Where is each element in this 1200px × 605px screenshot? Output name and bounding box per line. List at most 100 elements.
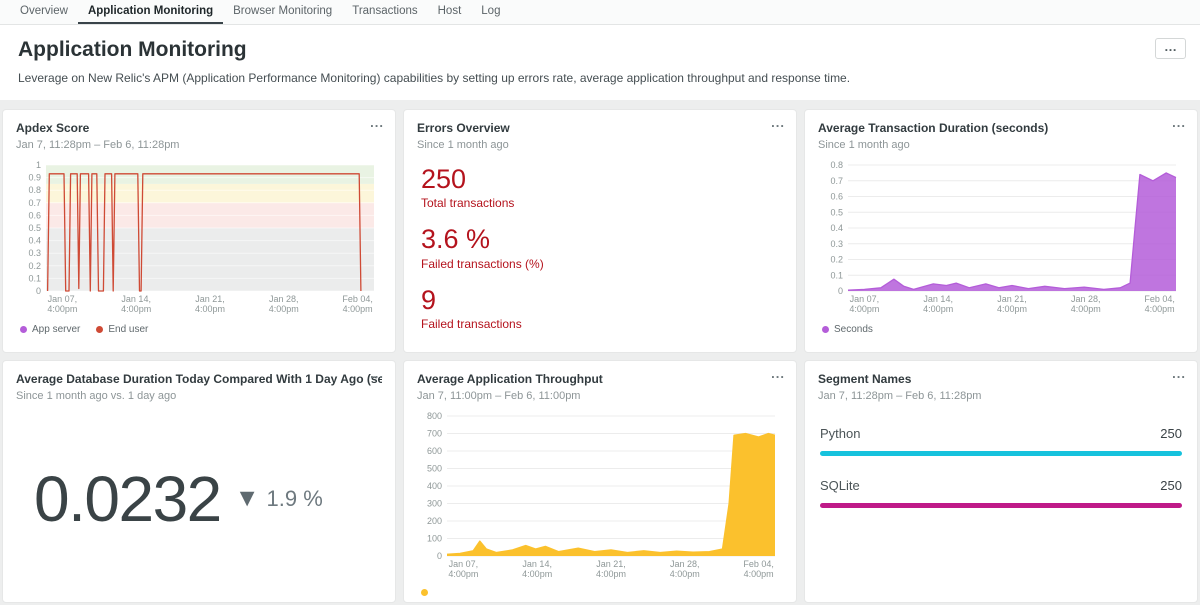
metric-failed-transactions: 9 Failed transactions: [421, 286, 783, 331]
svg-text:4:00pm: 4:00pm: [596, 569, 626, 579]
legend-dot-icon: [822, 326, 829, 333]
apdex-chart: 00.10.20.30.40.50.60.70.80.91Jan 07,4:00…: [16, 159, 382, 322]
svg-text:0.4: 0.4: [830, 223, 843, 233]
card-menu-icon[interactable]: ...: [1172, 115, 1186, 130]
metric-value: 9: [421, 286, 783, 314]
card-menu-icon[interactable]: ...: [370, 366, 384, 381]
card-subtitle: Since 1 month ago: [818, 139, 1184, 151]
svg-text:4:00pm: 4:00pm: [522, 569, 552, 579]
card-title: Segment Names: [818, 372, 1184, 386]
svg-text:Feb 04,: Feb 04,: [743, 559, 774, 569]
svg-text:400: 400: [427, 481, 442, 491]
svg-text:0.6: 0.6: [830, 192, 843, 202]
card-apdex-score: Apdex Score Jan 7, 11:28pm – Feb 6, 11:2…: [2, 109, 396, 353]
svg-text:200: 200: [427, 516, 442, 526]
card-menu-icon[interactable]: ...: [1172, 366, 1186, 381]
metric-label: Failed transactions (%): [421, 257, 783, 271]
legend-item[interactable]: [421, 589, 428, 596]
svg-text:Jan 28,: Jan 28,: [269, 294, 299, 304]
svg-text:0.2: 0.2: [830, 255, 843, 265]
card-subtitle: Since 1 month ago vs. 1 day ago: [16, 390, 382, 402]
svg-text:Jan 28,: Jan 28,: [670, 559, 700, 569]
svg-text:4:00pm: 4:00pm: [923, 304, 953, 314]
duration-legend: Seconds: [818, 324, 1184, 335]
legend-label: App server: [32, 324, 80, 335]
card-avg-application-throughput: Average Application Throughput Jan 7, 11…: [403, 360, 797, 604]
card-subtitle: Jan 7, 11:00pm – Feb 6, 11:00pm: [417, 390, 783, 402]
svg-text:4:00pm: 4:00pm: [744, 569, 774, 579]
segment-bar: [820, 503, 1182, 508]
card-subtitle: Since 1 month ago: [417, 139, 783, 151]
segment-label: Python: [820, 426, 860, 441]
svg-text:800: 800: [427, 411, 442, 421]
card-segment-names: Segment Names Jan 7, 11:28pm – Feb 6, 11…: [804, 360, 1198, 604]
tab-overview[interactable]: Overview: [10, 0, 78, 24]
svg-text:4:00pm: 4:00pm: [448, 569, 478, 579]
svg-text:0.4: 0.4: [28, 236, 41, 246]
card-subtitle: Jan 7, 11:28pm – Feb 6, 11:28pm: [818, 390, 1184, 402]
metric-value: 250: [421, 165, 783, 193]
tab-browser-monitoring[interactable]: Browser Monitoring: [223, 0, 342, 24]
application-monitoring-page: { "colors": { "metric_red": "#b4131d", "…: [0, 0, 1200, 605]
database-duration-value-row: 0.0232 ▼ 1.9 %: [16, 462, 382, 536]
legend-dot-icon: [96, 326, 103, 333]
svg-text:4:00pm: 4:00pm: [670, 569, 700, 579]
svg-text:Feb 04,: Feb 04,: [1144, 294, 1175, 304]
card-title: Average Database Duration Today Compared…: [16, 372, 382, 386]
svg-text:600: 600: [427, 446, 442, 456]
svg-text:0: 0: [838, 286, 843, 296]
svg-text:4:00pm: 4:00pm: [1145, 304, 1175, 314]
card-title: Average Transaction Duration (seconds): [818, 121, 1184, 135]
card-menu-icon[interactable]: ...: [771, 366, 785, 381]
segment-value: 250: [1160, 426, 1182, 441]
svg-text:Jan 07,: Jan 07,: [449, 559, 479, 569]
svg-text:300: 300: [427, 498, 442, 508]
error-metrics: 250 Total transactions 3.6 % Failed tran…: [417, 165, 783, 331]
metric-label: Total transactions: [421, 196, 783, 210]
card-errors-overview: Errors Overview Since 1 month ago ... 25…: [403, 109, 797, 353]
svg-text:0: 0: [36, 286, 41, 296]
segment-row-python: Python 250: [820, 426, 1182, 456]
card-menu-icon[interactable]: ...: [771, 115, 785, 130]
svg-text:4:00pm: 4:00pm: [343, 304, 373, 314]
svg-text:0.5: 0.5: [28, 223, 41, 233]
legend-label: Seconds: [834, 324, 873, 335]
svg-text:0.9: 0.9: [28, 173, 41, 183]
svg-text:0.7: 0.7: [830, 176, 843, 186]
legend-item[interactable]: Seconds: [822, 324, 873, 335]
svg-text:4:00pm: 4:00pm: [269, 304, 299, 314]
segment-bar: [820, 451, 1182, 456]
transaction-duration-chart: 00.10.20.30.40.50.60.70.8Jan 07,4:00pmJa…: [818, 159, 1184, 322]
svg-text:4:00pm: 4:00pm: [121, 304, 151, 314]
segments-list: Python 250 SQLite 250: [818, 426, 1184, 508]
tab-transactions[interactable]: Transactions: [342, 0, 427, 24]
metric-total-transactions: 250 Total transactions: [421, 165, 783, 210]
legend-dot-icon: [20, 326, 27, 333]
svg-text:Jan 28,: Jan 28,: [1071, 294, 1101, 304]
tab-application-monitoring[interactable]: Application Monitoring: [78, 0, 223, 24]
svg-text:0.5: 0.5: [830, 207, 843, 217]
legend-item[interactable]: App server: [20, 324, 80, 335]
tab-log[interactable]: Log: [471, 0, 510, 24]
svg-text:0.6: 0.6: [28, 210, 41, 220]
dashboard-grid: Apdex Score Jan 7, 11:28pm – Feb 6, 11:2…: [0, 109, 1200, 605]
svg-text:100: 100: [427, 533, 442, 543]
svg-text:0.3: 0.3: [28, 248, 41, 258]
page-menu-button[interactable]: …: [1155, 38, 1186, 59]
svg-text:Jan 21,: Jan 21,: [997, 294, 1027, 304]
throughput-chart: 0100200300400500600700800Jan 07,4:00pmJa…: [417, 410, 783, 587]
svg-text:0.3: 0.3: [830, 239, 843, 249]
legend-item[interactable]: End user: [96, 324, 148, 335]
legend-label: End user: [108, 324, 148, 335]
throughput-legend: [417, 589, 783, 596]
card-avg-transaction-duration: Average Transaction Duration (seconds) S…: [804, 109, 1198, 353]
svg-text:4:00pm: 4:00pm: [47, 304, 77, 314]
svg-text:Jan 21,: Jan 21,: [195, 294, 225, 304]
metric-label: Failed transactions: [421, 317, 783, 331]
card-menu-icon[interactable]: ...: [370, 115, 384, 130]
card-title: Errors Overview: [417, 121, 783, 135]
svg-text:Jan 14,: Jan 14,: [923, 294, 953, 304]
segment-row-sqlite: SQLite 250: [820, 478, 1182, 508]
trend-down-icon: ▼: [235, 484, 260, 513]
tab-host[interactable]: Host: [428, 0, 472, 24]
